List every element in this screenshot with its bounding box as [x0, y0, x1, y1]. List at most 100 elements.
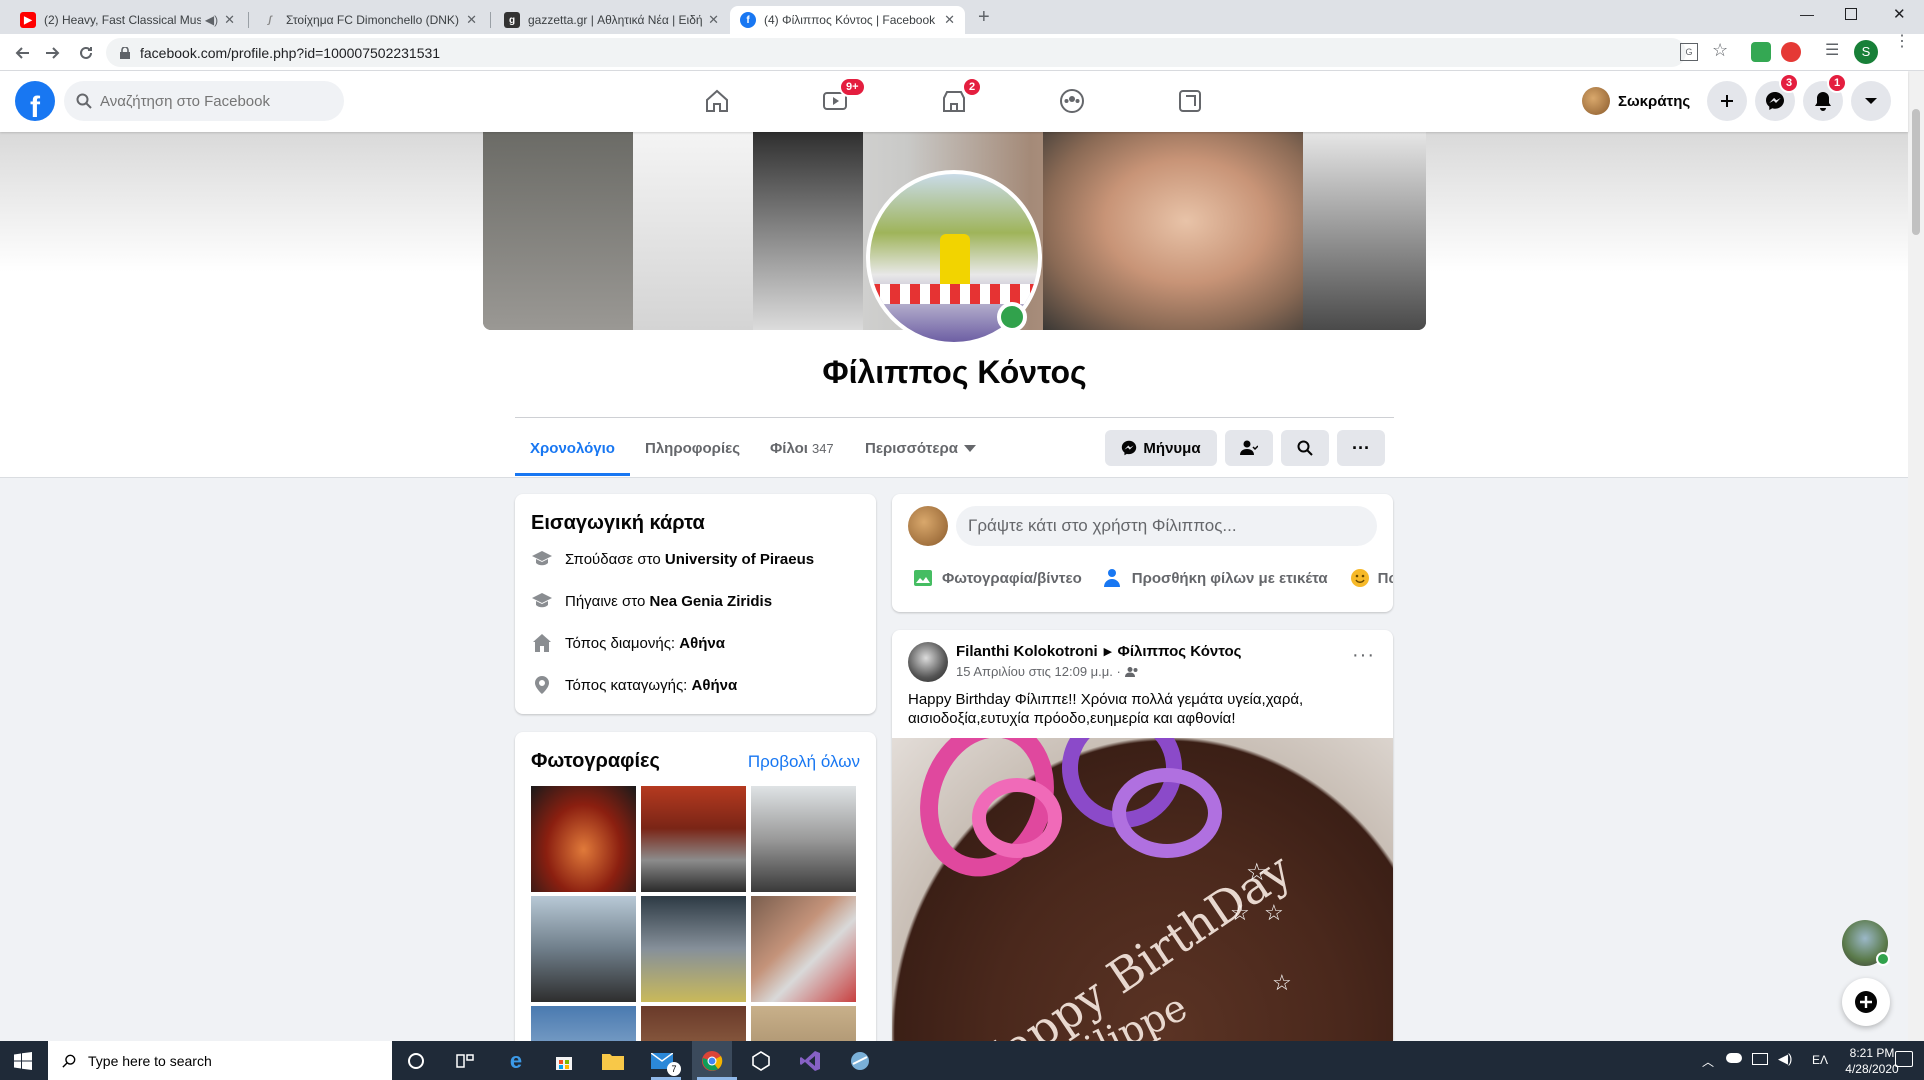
adblock-icon[interactable]	[1781, 42, 1801, 62]
photo-video-button[interactable]: Φωτογραφία/βίντεο	[914, 568, 1082, 588]
messenger-icon	[1122, 440, 1137, 456]
search-icon	[62, 1054, 76, 1068]
mail-icon[interactable]: 7	[647, 1046, 681, 1076]
gaming-icon[interactable]	[1168, 79, 1212, 123]
taskbar-clock[interactable]: 8:21 PM 4/28/2020	[1842, 1045, 1902, 1077]
intro-link[interactable]: Αθήνα	[679, 635, 725, 652]
bell-icon	[1815, 92, 1831, 111]
intro-title: Εισαγωγική κάρτα	[531, 512, 705, 534]
post-author[interactable]: Filanthi Kolokotroni	[956, 643, 1098, 660]
create-button[interactable]	[1707, 81, 1747, 121]
volume-icon[interactable]: ◀)	[1778, 1051, 1792, 1067]
browser-tab-gazzetta[interactable]: g gazzetta.gr | Αθλητικά Νέα | Ειδή ✕	[494, 6, 729, 34]
close-tab-icon[interactable]: ✕	[708, 12, 719, 28]
more-options-button[interactable]: ···	[1337, 430, 1385, 466]
close-tab-icon[interactable]: ✕	[944, 12, 955, 28]
reload-icon[interactable]	[74, 41, 98, 65]
photo-thumbnail[interactable]	[751, 786, 856, 892]
close-window-icon[interactable]: ✕	[1893, 5, 1906, 23]
user-shortcut[interactable]: Σωκράτης	[1582, 87, 1690, 115]
search-input[interactable]	[100, 92, 320, 110]
chrome-taskbar-icon[interactable]	[692, 1041, 732, 1080]
post-timestamp[interactable]: 15 Απριλίου στις 12:09 μ.μ. ·	[956, 664, 1121, 679]
windows-start-icon[interactable]	[8, 1046, 38, 1076]
photo-thumbnail[interactable]	[531, 896, 636, 1002]
action-center-icon[interactable]	[1895, 1051, 1913, 1067]
browser-tab-facebook[interactable]: f (4) Φίλιππος Κόντος | Facebook ✕	[730, 6, 965, 34]
notifications-button[interactable]: 1	[1803, 73, 1848, 121]
bookmark-star-icon[interactable]: ☆	[1712, 40, 1728, 61]
friends-status-button[interactable]	[1225, 430, 1273, 466]
extension-icon[interactable]	[1751, 42, 1771, 62]
unity-icon[interactable]	[746, 1046, 776, 1076]
photo-thumbnail[interactable]	[641, 786, 746, 892]
address-bar[interactable]: facebook.com/profile.php?id=100007502231…	[106, 38, 1686, 67]
close-tab-icon[interactable]: ✕	[224, 12, 235, 28]
intro-card: Εισαγωγική κάρτα Σπούδασε στο University…	[515, 494, 876, 714]
task-view-icon[interactable]	[450, 1046, 480, 1076]
intro-link[interactable]: Αθήνα	[692, 677, 738, 694]
see-all-photos-link[interactable]: Προβολή όλων	[748, 752, 860, 772]
photo-thumbnail[interactable]	[641, 896, 746, 1002]
media-control-icon[interactable]: ☰	[1825, 40, 1839, 60]
page-scrollbar[interactable]	[1908, 71, 1924, 1041]
onedrive-icon[interactable]	[1726, 1053, 1742, 1063]
chrome-profile-avatar[interactable]: S	[1854, 40, 1878, 64]
show-hidden-icons[interactable]: ︿	[1702, 1053, 1714, 1070]
intro-link[interactable]: University of Piraeus	[665, 551, 814, 568]
tab-title: (4) Φίλιππος Κόντος | Facebook	[764, 13, 936, 27]
avatar[interactable]	[908, 642, 948, 682]
post-meta: 15 Απριλίου στις 12:09 μ.μ. ·	[956, 664, 1139, 679]
feeling-button[interactable]: Πώ	[1350, 568, 1393, 588]
back-icon[interactable]	[10, 41, 34, 65]
profile-search-button[interactable]	[1281, 430, 1329, 466]
facebook-search[interactable]	[64, 81, 344, 121]
post-options-icon[interactable]: ···	[1352, 644, 1375, 667]
star-icon: ☆	[1246, 859, 1268, 886]
forward-icon[interactable]	[41, 41, 65, 65]
network-icon[interactable]	[1752, 1053, 1768, 1065]
watch-icon[interactable]: 9+	[813, 77, 866, 123]
tab-friends[interactable]: Φίλοι 347	[770, 440, 834, 457]
intro-link[interactable]: Nea Genia Ziridis	[650, 593, 773, 610]
profile-name: Φίλιππος Κόντος	[822, 354, 1087, 390]
browser-tab-betting[interactable]: ʃ Στοίχημα FC Dimonchello (DNK) ✕	[252, 6, 487, 34]
marketplace-icon[interactable]: 2	[932, 77, 983, 123]
app-icon[interactable]	[845, 1046, 875, 1076]
post-image[interactable]: Happy BirthDay ilippe ☆ ☆ ☆ ☆	[892, 738, 1393, 1050]
close-tab-icon[interactable]: ✕	[466, 12, 477, 28]
minimize-icon[interactable]: —	[1800, 6, 1814, 22]
cortana-icon[interactable]	[401, 1046, 431, 1076]
tab-more[interactable]: Περισσότερα	[865, 440, 976, 457]
chrome-menu-icon[interactable]: ⋮	[1894, 34, 1910, 50]
scrollbar-thumb[interactable]	[1912, 109, 1920, 235]
photo-thumbnail[interactable]	[531, 786, 636, 892]
new-message-button[interactable]	[1842, 978, 1890, 1026]
new-tab-icon[interactable]: +	[978, 6, 990, 29]
messenger-button[interactable]: 3	[1755, 73, 1800, 121]
photo-thumbnail[interactable]	[751, 896, 856, 1002]
language-indicator[interactable]: ΕΛ	[1812, 1053, 1828, 1067]
tab-timeline[interactable]: Χρονολόγιο	[530, 440, 615, 457]
groups-icon[interactable]	[1050, 79, 1094, 123]
message-button[interactable]: Μήνυμα	[1105, 430, 1217, 466]
browser-tab-youtube[interactable]: ▶ (2) Heavy, Fast Classical Musi ◀) ✕	[10, 6, 245, 34]
intro-row-hometown: Τόπος καταγωγής: Αθήνα	[531, 674, 737, 696]
account-menu-button[interactable]	[1851, 81, 1891, 121]
taskbar-search-placeholder: Type here to search	[88, 1052, 212, 1069]
user-name: Σωκράτης	[1618, 92, 1691, 110]
home-icon[interactable]	[695, 79, 739, 123]
composer-input[interactable]: Γράψτε κάτι στο χρήστη Φίλιππος...	[956, 506, 1377, 546]
facebook-logo[interactable]: f	[15, 81, 55, 121]
maximize-icon[interactable]	[1845, 8, 1857, 20]
post-target[interactable]: Φίλιππος Κόντος	[1118, 643, 1242, 660]
tag-friends-button[interactable]: Προσθήκη φίλων με ετικέτα	[1103, 568, 1328, 588]
taskbar-search[interactable]: Type here to search	[48, 1041, 392, 1080]
visual-studio-icon[interactable]	[795, 1046, 825, 1076]
tab-about[interactable]: Πληροφορίες	[645, 440, 740, 457]
edge-icon[interactable]: e	[501, 1046, 531, 1076]
file-explorer-icon[interactable]	[598, 1046, 628, 1076]
translate-icon[interactable]: G	[1680, 43, 1698, 61]
speaker-icon[interactable]: ◀)	[205, 13, 218, 27]
store-icon[interactable]	[549, 1046, 579, 1076]
